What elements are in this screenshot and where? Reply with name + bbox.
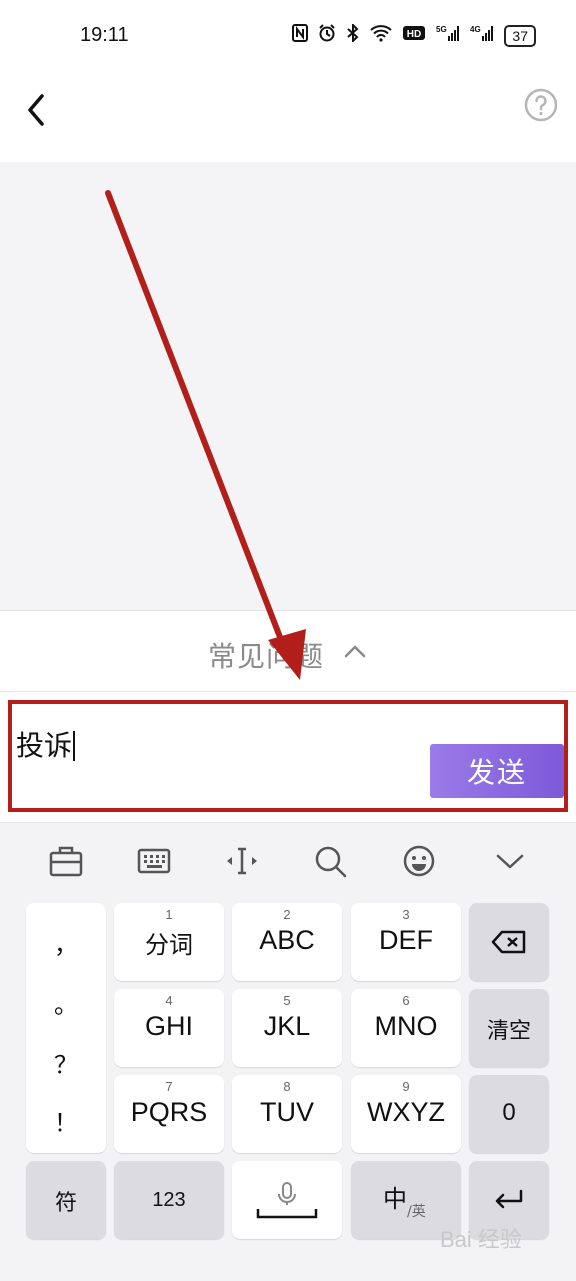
- battery-icon: 37: [504, 24, 536, 47]
- bluetooth-icon: [346, 22, 360, 47]
- punct-period[interactable]: 。: [26, 985, 106, 1020]
- key-1[interactable]: 1 分词: [114, 903, 224, 981]
- message-input[interactable]: 投诉: [16, 724, 76, 764]
- keyboard: ， 。 ？ ！ 1 分词 2 ABC 3 DEF 4 GHI 5 JKL 6 M…: [0, 822, 576, 1281]
- enter-icon: [495, 1189, 523, 1209]
- key-6[interactable]: 6 MNO: [351, 989, 461, 1067]
- 4g-signal-icon: 4G: [470, 24, 494, 47]
- chat-area: [0, 162, 576, 610]
- status-bar: 19:11 HD 5G 4G 37: [0, 0, 576, 72]
- status-icons: HD 5G 4G 37: [292, 22, 536, 47]
- toolbox-icon[interactable]: [46, 841, 86, 881]
- header: [0, 72, 576, 162]
- keyboard-icon[interactable]: [134, 841, 174, 881]
- watermark: Bai 经验: [440, 1227, 522, 1252]
- key-5[interactable]: 5 JKL: [232, 989, 342, 1067]
- backspace-key[interactable]: [469, 903, 549, 981]
- key-3[interactable]: 3 DEF: [351, 903, 461, 981]
- chevron-left-icon[interactable]: [18, 86, 54, 134]
- text-caret: [73, 731, 76, 761]
- question-circle-icon[interactable]: [524, 88, 558, 122]
- send-button[interactable]: 发送: [430, 744, 564, 798]
- 5g-signal-icon: 5G: [436, 24, 460, 47]
- chevron-up-icon: [342, 641, 368, 661]
- hd-icon: HD: [402, 24, 426, 47]
- svg-text:HD: HD: [407, 29, 421, 40]
- punct-comma[interactable]: ，: [26, 925, 106, 960]
- key-8[interactable]: 8 TUV: [232, 1075, 342, 1153]
- key-9[interactable]: 9 WXYZ: [351, 1075, 461, 1153]
- faq-label: 常见问题: [208, 640, 325, 673]
- punct-exclamation[interactable]: ！: [26, 1103, 106, 1138]
- backspace-icon: [491, 930, 526, 954]
- collapse-icon[interactable]: [490, 841, 530, 881]
- keyboard-toolbar: [0, 823, 576, 899]
- wifi-icon: [370, 24, 393, 47]
- punctuation-column[interactable]: ， 。 ？ ！: [26, 903, 106, 1153]
- emoji-icon[interactable]: [399, 841, 439, 881]
- nfc-icon: [292, 24, 309, 47]
- svg-text:5G: 5G: [436, 25, 447, 34]
- cursor-icon[interactable]: [222, 841, 262, 881]
- key-7[interactable]: 7 PQRS: [114, 1075, 224, 1153]
- punct-question[interactable]: ？: [26, 1045, 106, 1080]
- faq-toggle[interactable]: 常见问题: [0, 610, 576, 692]
- clear-key[interactable]: 清空: [469, 989, 549, 1067]
- message-input-area[interactable]: 投诉 发送: [8, 700, 568, 812]
- key-0[interactable]: 0: [469, 1075, 549, 1153]
- numbers-key[interactable]: 123: [114, 1161, 224, 1239]
- search-icon[interactable]: [310, 841, 350, 881]
- key-2[interactable]: 2 ABC: [232, 903, 342, 981]
- svg-text:4G: 4G: [470, 25, 481, 34]
- microphone-icon: [256, 1182, 318, 1219]
- space-key[interactable]: [232, 1161, 342, 1239]
- key-4[interactable]: 4 GHI: [114, 989, 224, 1067]
- alarm-icon: [318, 24, 336, 47]
- symbols-key[interactable]: 符: [26, 1161, 106, 1239]
- status-time: 19:11: [80, 24, 129, 46]
